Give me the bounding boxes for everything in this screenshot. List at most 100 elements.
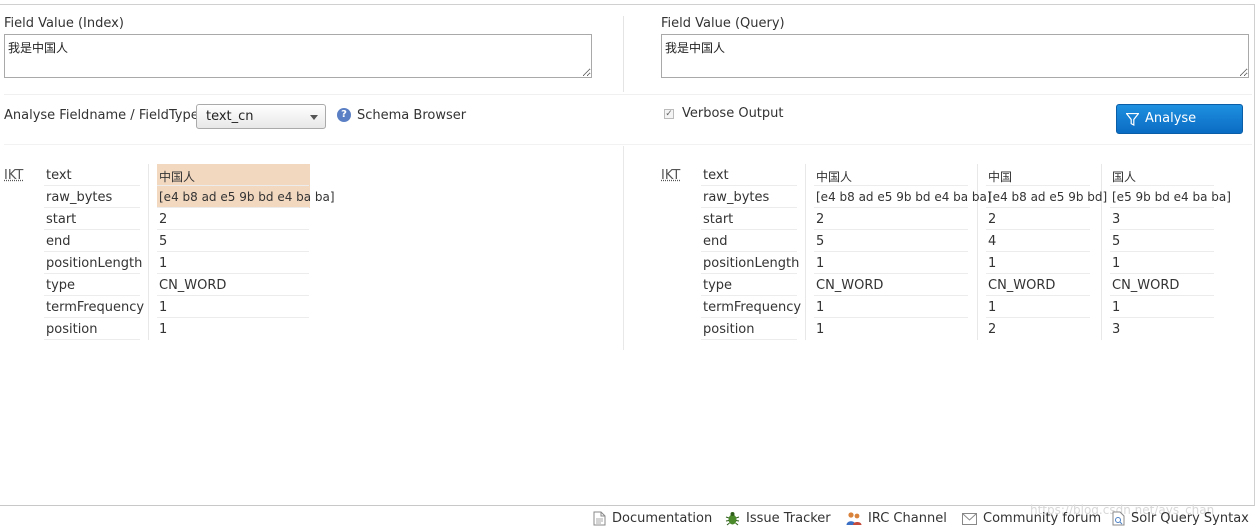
row-divider: [157, 229, 309, 230]
row-divider: [986, 273, 1090, 274]
solr-query-syntax-label: Solr Query Syntax: [1131, 511, 1249, 526]
query-value-input[interactable]: [661, 34, 1249, 78]
bug-icon: [725, 512, 740, 526]
users-icon: [846, 512, 862, 525]
row-divider: [814, 273, 968, 274]
token-1-text: 中国人: [159, 170, 196, 184]
token-3-end: 5: [1112, 234, 1121, 249]
row-divider: [986, 295, 1090, 296]
row-divider: [986, 207, 1090, 208]
row-divider: [814, 229, 968, 230]
attr-label-positionLength: positionLength: [46, 256, 143, 271]
index-value-input[interactable]: [4, 34, 592, 78]
row-divider: [986, 185, 1090, 186]
divider: [623, 16, 624, 92]
community-forum-link[interactable]: Community forum: [962, 511, 1101, 526]
row-divider: [814, 251, 968, 252]
row-divider: [814, 317, 968, 318]
analyse-values-button[interactable]: Analyse Values: [1116, 104, 1243, 154]
row-divider: [157, 273, 309, 274]
row-divider: [1110, 185, 1214, 186]
mail-icon: [962, 512, 977, 525]
token-1-positionLength: 1: [159, 256, 168, 271]
token-2-end: 4: [988, 234, 997, 249]
attr-label-start: start: [703, 212, 734, 227]
row-divider: [157, 295, 309, 296]
row-divider: [44, 229, 140, 230]
row-divider: [701, 229, 797, 230]
row-divider: [157, 185, 309, 186]
row-divider: [44, 185, 140, 186]
attr-label-position: position: [46, 322, 98, 337]
attr-label-position: position: [703, 322, 755, 337]
attr-label-start: start: [46, 212, 77, 227]
row-divider: [44, 295, 140, 296]
chevron-down-icon: [310, 115, 318, 120]
row-divider: [44, 273, 140, 274]
row-divider: [986, 251, 1090, 252]
row-divider: [1110, 273, 1214, 274]
divider: [148, 164, 149, 340]
token-1-end: 5: [816, 234, 825, 249]
row-divider: [44, 339, 140, 340]
row-divider: [1110, 229, 1214, 230]
token-1-raw_bytes: [e4 b8 ad e5 9b bd e4 ba ba]: [159, 190, 335, 204]
divider: [805, 164, 806, 340]
row-divider: [701, 317, 797, 318]
token-3-type: CN_WORD: [1112, 278, 1180, 293]
divider: [4, 94, 1252, 95]
row-divider: [814, 207, 968, 208]
row-divider: [157, 317, 309, 318]
attr-label-text: text: [703, 168, 729, 183]
token-1-position: 1: [159, 322, 168, 337]
attr-label-text: text: [46, 168, 72, 183]
attr-label-type: type: [703, 278, 733, 293]
row-divider: [701, 273, 797, 274]
token-3-start: 3: [1112, 212, 1121, 227]
fieldtype-selected-value: text_cn: [206, 109, 254, 124]
query-tokenizer-abbr: IKT: [661, 168, 681, 183]
attr-label-positionLength: positionLength: [703, 256, 800, 271]
row-divider: [814, 185, 968, 186]
token-1-raw_bytes: [e4 b8 ad e5 9b bd e4 ba ba]: [816, 190, 992, 204]
row-divider: [44, 317, 140, 318]
divider: [623, 146, 624, 350]
documentation-link[interactable]: Documentation: [593, 511, 712, 526]
issue-tracker-link[interactable]: Issue Tracker: [725, 511, 831, 526]
token-1-type: CN_WORD: [159, 278, 227, 293]
irc-channel-label: IRC Channel: [868, 511, 947, 526]
row-divider: [157, 207, 309, 208]
community-forum-label: Community forum: [983, 511, 1102, 526]
verbose-output-checkbox[interactable]: ✓: [664, 109, 674, 119]
document-icon: [593, 511, 606, 526]
token-3-position: 3: [1112, 322, 1121, 337]
solr-query-syntax-link[interactable]: Solr Query Syntax: [1112, 511, 1249, 526]
token-1-positionLength: 1: [816, 256, 825, 271]
index-field-label: Field Value (Index): [4, 16, 124, 31]
fieldtype-label: Analyse Fieldname / FieldType:: [4, 108, 204, 123]
token-2-type: CN_WORD: [988, 278, 1056, 293]
row-divider: [701, 251, 797, 252]
token-1-end: 5: [159, 234, 168, 249]
row-divider: [701, 185, 797, 186]
token-2-raw_bytes: [e4 b8 ad e5 9b bd]: [988, 190, 1108, 204]
fieldtype-select[interactable]: text_cn: [196, 104, 326, 129]
attr-label-raw_bytes: raw_bytes: [703, 190, 770, 205]
token-3-positionLength: 1: [1112, 256, 1121, 271]
attr-label-termFrequency: termFrequency: [703, 300, 802, 315]
help-icon[interactable]: ?: [337, 108, 351, 122]
attr-label-end: end: [46, 234, 71, 249]
token-2-start: 2: [988, 212, 997, 227]
documentation-label: Documentation: [612, 511, 713, 526]
irc-channel-link[interactable]: IRC Channel: [846, 511, 947, 526]
filter-icon: [1126, 113, 1139, 126]
schema-browser-link[interactable]: Schema Browser: [357, 108, 466, 123]
issue-tracker-label: Issue Tracker: [746, 511, 831, 526]
row-divider: [701, 295, 797, 296]
token-1-text: 中国人: [816, 170, 853, 184]
attr-label-raw_bytes: raw_bytes: [46, 190, 113, 205]
token-2-termFrequency: 1: [988, 300, 997, 315]
attr-label-termFrequency: termFrequency: [46, 300, 145, 315]
attr-label-end: end: [703, 234, 728, 249]
token-2-text: 中国: [988, 170, 1013, 184]
